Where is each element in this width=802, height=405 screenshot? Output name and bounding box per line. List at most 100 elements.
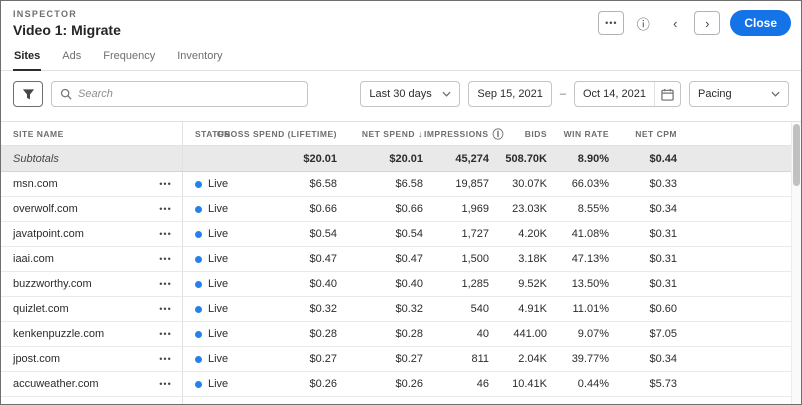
close-button[interactable]: Close xyxy=(730,10,791,36)
info-button[interactable]: ⓘ xyxy=(630,11,657,35)
bids-value: 23.03K xyxy=(512,203,547,215)
filter-button[interactable] xyxy=(13,81,43,107)
status-label: Live xyxy=(208,378,229,390)
site-name[interactable]: msn.com xyxy=(1,172,149,196)
pacing-select[interactable]: Pacing xyxy=(689,81,789,107)
table-body: msn.com ••• Live $6.58 $6.58 19,857 30.0… xyxy=(1,172,801,404)
table-row[interactable]: javatpoint.com ••• Live $0.54 $0.54 1,72… xyxy=(1,222,801,247)
impressions-value: 1,285 xyxy=(461,278,489,290)
gross-spend-value: $0.28 xyxy=(309,328,337,340)
net-spend-value: $0.40 xyxy=(395,278,423,290)
column-header-win-rate[interactable]: WIN RATE xyxy=(557,122,619,145)
pacing-value: Pacing xyxy=(698,88,732,100)
row-actions-button[interactable]: ••• xyxy=(149,272,183,296)
impressions-label: IMPRESSIONS xyxy=(423,128,489,139)
net-cpm-value: $7.05 xyxy=(649,328,677,340)
row-filler xyxy=(687,397,801,404)
more-icon: ••• xyxy=(605,18,618,28)
site-name[interactable]: overwolf.com xyxy=(1,197,149,221)
status-dot-icon xyxy=(195,330,202,338)
table-row[interactable]: buzzworthy.com ••• Live $0.40 $0.40 1,28… xyxy=(1,272,801,297)
tab-ads[interactable]: Ads xyxy=(61,45,82,70)
table-row[interactable]: overwolf.com ••• Live $0.66 $0.66 1,969 … xyxy=(1,197,801,222)
row-actions-button[interactable]: ••• xyxy=(149,347,183,371)
site-name[interactable]: javatpoint.com xyxy=(1,222,149,246)
table-row[interactable]: jpost.com ••• Live $0.27 $0.27 811 2.04K… xyxy=(1,347,801,372)
site-name[interactable]: iaai.com xyxy=(1,247,149,271)
row-actions-button[interactable]: ••• xyxy=(149,297,183,321)
status-dot-icon xyxy=(195,180,202,188)
site-name[interactable]: kenkenpuzzle.com xyxy=(1,322,149,346)
row-filler xyxy=(687,172,801,196)
site-name[interactable]: buzzworthy.com xyxy=(1,272,149,296)
net-spend-value: $6.58 xyxy=(395,178,423,190)
gross-spend-value: $0.66 xyxy=(309,203,337,215)
table-row[interactable]: a.msn.com ••• Live $0.26 $0.26 841 911.0… xyxy=(1,397,801,404)
status-cell: Live xyxy=(183,272,243,296)
row-actions-button[interactable]: ••• xyxy=(149,372,183,396)
info-icon: ⓘ xyxy=(636,16,650,32)
date-end-field[interactable]: Oct 14, 2021 xyxy=(574,81,681,107)
search-box[interactable] xyxy=(51,81,308,107)
table-row[interactable]: accuweather.com ••• Live $0.26 $0.26 46 … xyxy=(1,372,801,397)
gross-spend-value: $0.27 xyxy=(309,353,337,365)
column-header-net-spend[interactable]: NET SPEND ↓ xyxy=(347,122,433,145)
column-header-site-name[interactable]: SITE NAME xyxy=(1,122,149,145)
tab-sites[interactable]: Sites xyxy=(13,45,42,71)
impressions-value: 19,857 xyxy=(455,178,489,190)
net-cpm-value: $0.33 xyxy=(649,178,677,190)
date-preset-select[interactable]: Last 30 days xyxy=(360,81,461,107)
chevron-right-icon: › xyxy=(705,15,710,31)
column-header-bids[interactable]: BIDS xyxy=(499,122,557,145)
table-row[interactable]: msn.com ••• Live $6.58 $6.58 19,857 30.0… xyxy=(1,172,801,197)
header-filler xyxy=(687,122,801,145)
win-rate-value: 47.13% xyxy=(571,253,609,265)
previous-button[interactable]: ‹ xyxy=(662,11,689,35)
bids-value: 9.52K xyxy=(518,278,547,290)
subtotals-label: Subtotals xyxy=(13,152,59,165)
table-row[interactable]: kenkenpuzzle.com ••• Live $0.28 $0.28 40… xyxy=(1,322,801,347)
subtotals-bids: 508.70K xyxy=(505,152,547,165)
row-actions-button[interactable]: ••• xyxy=(149,197,183,221)
gross-spend-value: $0.40 xyxy=(309,278,337,290)
net-spend-value: $0.54 xyxy=(395,228,423,240)
tab-frequency[interactable]: Frequency xyxy=(102,45,156,70)
chevron-left-icon: ‹ xyxy=(673,15,678,31)
search-input[interactable] xyxy=(78,88,299,100)
scrollbar-thumb[interactable] xyxy=(793,124,800,186)
row-actions-button[interactable]: ••• xyxy=(149,247,183,271)
row-actions-button[interactable]: ••• xyxy=(149,322,183,346)
status-cell: Live xyxy=(183,172,243,196)
vertical-scrollbar[interactable] xyxy=(791,122,801,404)
status-dot-icon xyxy=(195,355,202,363)
column-header-net-cpm[interactable]: NET CPM xyxy=(619,122,687,145)
inspector-panel: INSPECTOR Video 1: Migrate ••• ⓘ ‹ › Clo… xyxy=(0,0,802,405)
column-header-gross-spend[interactable]: GROSS SPEND (LIFETIME) xyxy=(217,122,347,145)
net-cpm-value: $0.31 xyxy=(649,278,677,290)
row-actions-button[interactable]: ••• xyxy=(149,172,183,196)
table-row[interactable]: quizlet.com ••• Live $0.32 $0.32 540 4.9… xyxy=(1,297,801,322)
site-name[interactable]: jpost.com xyxy=(1,347,149,371)
next-button[interactable]: › xyxy=(694,11,721,35)
calendar-button[interactable] xyxy=(654,82,680,106)
column-header-impressions[interactable]: IMPRESSIONS ⓘ xyxy=(424,122,504,145)
tab-inventory[interactable]: Inventory xyxy=(176,45,223,70)
site-name[interactable]: accuweather.com xyxy=(1,372,149,396)
row-actions-button[interactable]: ••• xyxy=(149,222,183,246)
net-cpm-value: $0.31 xyxy=(649,228,677,240)
impressions-value: 1,500 xyxy=(461,253,489,265)
row-actions-button[interactable]: ••• xyxy=(149,397,183,404)
table-row[interactable]: iaai.com ••• Live $0.47 $0.47 1,500 3.18… xyxy=(1,247,801,272)
win-rate-value: 0.44% xyxy=(577,378,609,390)
row-filler xyxy=(687,222,801,246)
more-options-button[interactable]: ••• xyxy=(598,11,625,35)
site-name[interactable]: quizlet.com xyxy=(1,297,149,321)
net-spend-value: $0.27 xyxy=(395,353,423,365)
bids-value: 2.04K xyxy=(518,353,547,365)
site-name[interactable]: a.msn.com xyxy=(1,397,149,404)
header-actions: ••• ⓘ ‹ › Close xyxy=(598,10,791,36)
impressions-value: 40 xyxy=(476,328,489,340)
date-start-value: Sep 15, 2021 xyxy=(477,88,543,100)
date-start-field[interactable]: Sep 15, 2021 xyxy=(468,81,552,107)
net-cpm-value: $0.31 xyxy=(649,253,677,265)
